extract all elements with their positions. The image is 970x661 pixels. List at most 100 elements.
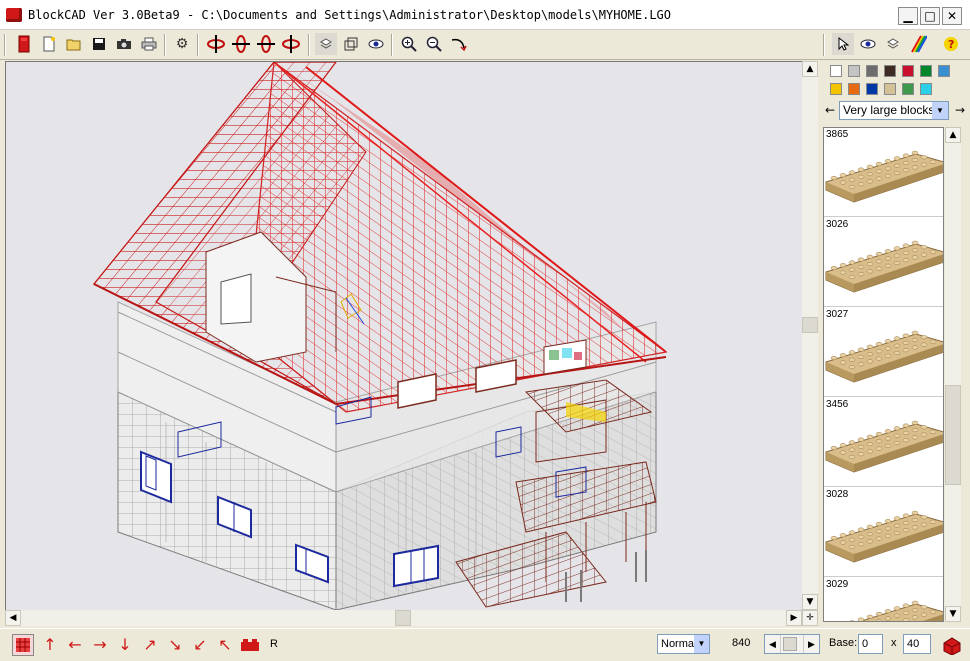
zoom-in-icon[interactable]: [398, 33, 420, 55]
move-down-left-arrow-icon[interactable]: ↙: [189, 634, 211, 656]
scroll-thumb[interactable]: [395, 610, 411, 626]
rotate-right-icon[interactable]: [280, 33, 302, 55]
toolbar-separator: [823, 34, 825, 56]
svg-text:?: ?: [948, 38, 954, 51]
color-swatch[interactable]: [866, 83, 878, 95]
base-x-field[interactable]: 0: [858, 634, 883, 654]
scroll-down-button[interactable]: ▼: [945, 606, 961, 622]
move-right-arrow-icon[interactable]: →: [89, 634, 111, 656]
main-toolbar: ⚙ ?: [0, 30, 970, 60]
eye-icon[interactable]: [365, 33, 387, 55]
prev-category-arrow-icon[interactable]: ←: [822, 99, 838, 121]
color-swatch[interactable]: [866, 65, 878, 77]
scroll-thumb[interactable]: [802, 317, 818, 333]
part-item[interactable]: 3029: [824, 578, 943, 621]
brick-plate-icon: [825, 150, 943, 203]
app-brick-icon: [6, 7, 22, 22]
part-item[interactable]: 3027: [824, 308, 943, 397]
model-viewport[interactable]: [5, 61, 802, 610]
category-select[interactable]: Very large blocks ▼: [839, 101, 949, 120]
parts-list[interactable]: 3865 3026 3027 3456 3028 3029: [823, 127, 944, 622]
brick-icon[interactable]: [13, 33, 35, 55]
color-swatch[interactable]: [884, 83, 896, 95]
parts-panel: ← Very large blocks ▼ → 3865 3026 3027 3456…: [820, 61, 970, 628]
color-swatch[interactable]: [830, 65, 842, 77]
color-swatch[interactable]: [920, 83, 932, 95]
toolbar-separator: [391, 34, 393, 56]
layer-icon[interactable]: [315, 33, 337, 55]
part-item[interactable]: 3028: [824, 488, 943, 577]
rotate-view-icon[interactable]: [448, 33, 470, 55]
move-up-right-arrow-icon[interactable]: ↗: [139, 634, 161, 656]
scroll-right-button[interactable]: ▶: [803, 635, 819, 653]
scroll-right-button[interactable]: ▶: [786, 610, 802, 626]
color-swatch[interactable]: [848, 83, 860, 95]
brick-icon[interactable]: [239, 634, 261, 656]
category-select-value: Very large blocks: [843, 103, 935, 117]
color-swatch[interactable]: [902, 65, 914, 77]
next-category-arrow-icon[interactable]: →: [952, 99, 968, 121]
viewport-horizontal-scrollbar[interactable]: ◀ ▶: [5, 610, 802, 626]
move-up-left-arrow-icon[interactable]: ↖: [214, 634, 236, 656]
rotate-up-icon[interactable]: [230, 33, 252, 55]
scroll-left-button[interactable]: ◀: [5, 610, 21, 626]
base-y-field[interactable]: 40: [903, 634, 931, 654]
move-left-arrow-icon[interactable]: ←: [64, 634, 86, 656]
chevron-down-icon[interactable]: ▼: [932, 102, 948, 119]
title-bar: BlockCAD Ver 3.0Beta9 - C:\Documents and…: [0, 0, 970, 30]
side-eye-icon[interactable]: [857, 33, 879, 55]
view-cube-icon[interactable]: [340, 33, 362, 55]
part-item[interactable]: 3456: [824, 398, 943, 487]
color-swatch[interactable]: [830, 83, 842, 95]
brick-plate-icon: [825, 240, 943, 293]
save-disk-icon[interactable]: [88, 33, 110, 55]
maximize-button[interactable]: □: [920, 7, 940, 25]
toolbar-separator: [4, 34, 6, 56]
brick-plate-icon: [825, 330, 943, 383]
scroll-up-button[interactable]: ▲: [945, 127, 961, 143]
viewport-corner-icon[interactable]: ✛: [802, 610, 818, 626]
parts-scrollbar[interactable]: ▲ ▼: [945, 127, 961, 622]
brick-grid-icon[interactable]: [12, 634, 34, 656]
zoom-out-icon[interactable]: [423, 33, 445, 55]
chevron-down-icon[interactable]: ▼: [694, 635, 709, 653]
part-id: 3027: [826, 309, 849, 320]
rotate-left-icon[interactable]: [205, 33, 227, 55]
rotate-down-icon[interactable]: [255, 33, 277, 55]
print-icon[interactable]: [138, 33, 160, 55]
settings-gear-icon[interactable]: ⚙: [171, 33, 193, 55]
count-scroller[interactable]: ◀ ▶: [764, 634, 820, 654]
minimize-button[interactable]: ▁: [898, 7, 918, 25]
open-folder-icon[interactable]: [63, 33, 85, 55]
move-down-arrow-icon[interactable]: ↓: [114, 634, 136, 656]
color-swatch[interactable]: [920, 65, 932, 77]
part-id: 3026: [826, 219, 849, 230]
scroll-thumb[interactable]: [945, 385, 961, 485]
help-icon[interactable]: ?: [940, 33, 962, 55]
color-swatch[interactable]: [938, 65, 950, 77]
brick-3d-icon[interactable]: [941, 634, 963, 656]
color-swatch[interactable]: [884, 65, 896, 77]
color-swatch[interactable]: [848, 65, 860, 77]
house-wireframe-model[interactable]: [6, 62, 802, 610]
pointer-icon[interactable]: [832, 33, 854, 55]
scroll-down-button[interactable]: ▼: [802, 594, 818, 610]
scroll-thumb[interactable]: [783, 637, 797, 651]
close-button[interactable]: ✕: [942, 7, 962, 25]
part-item[interactable]: 3865: [824, 128, 943, 217]
camera-icon[interactable]: [113, 33, 135, 55]
scroll-left-button[interactable]: ◀: [765, 635, 781, 653]
toolbar-separator: [197, 34, 199, 56]
mode-select[interactable]: Norma ▼: [657, 634, 710, 654]
layers-icon[interactable]: [882, 33, 904, 55]
viewport-vertical-scrollbar[interactable]: ▲ ▼: [802, 61, 818, 610]
scroll-up-button[interactable]: ▲: [802, 61, 818, 77]
color-swatch[interactable]: [902, 83, 914, 95]
rainbow-color-icon[interactable]: [907, 33, 929, 55]
brick-plate-icon: [825, 510, 943, 563]
part-item[interactable]: 3026: [824, 218, 943, 307]
move-up-arrow-icon[interactable]: ↑: [39, 634, 61, 656]
new-file-icon[interactable]: [38, 33, 60, 55]
rotate-label: R: [270, 638, 278, 650]
move-down-right-arrow-icon[interactable]: ↘: [164, 634, 186, 656]
